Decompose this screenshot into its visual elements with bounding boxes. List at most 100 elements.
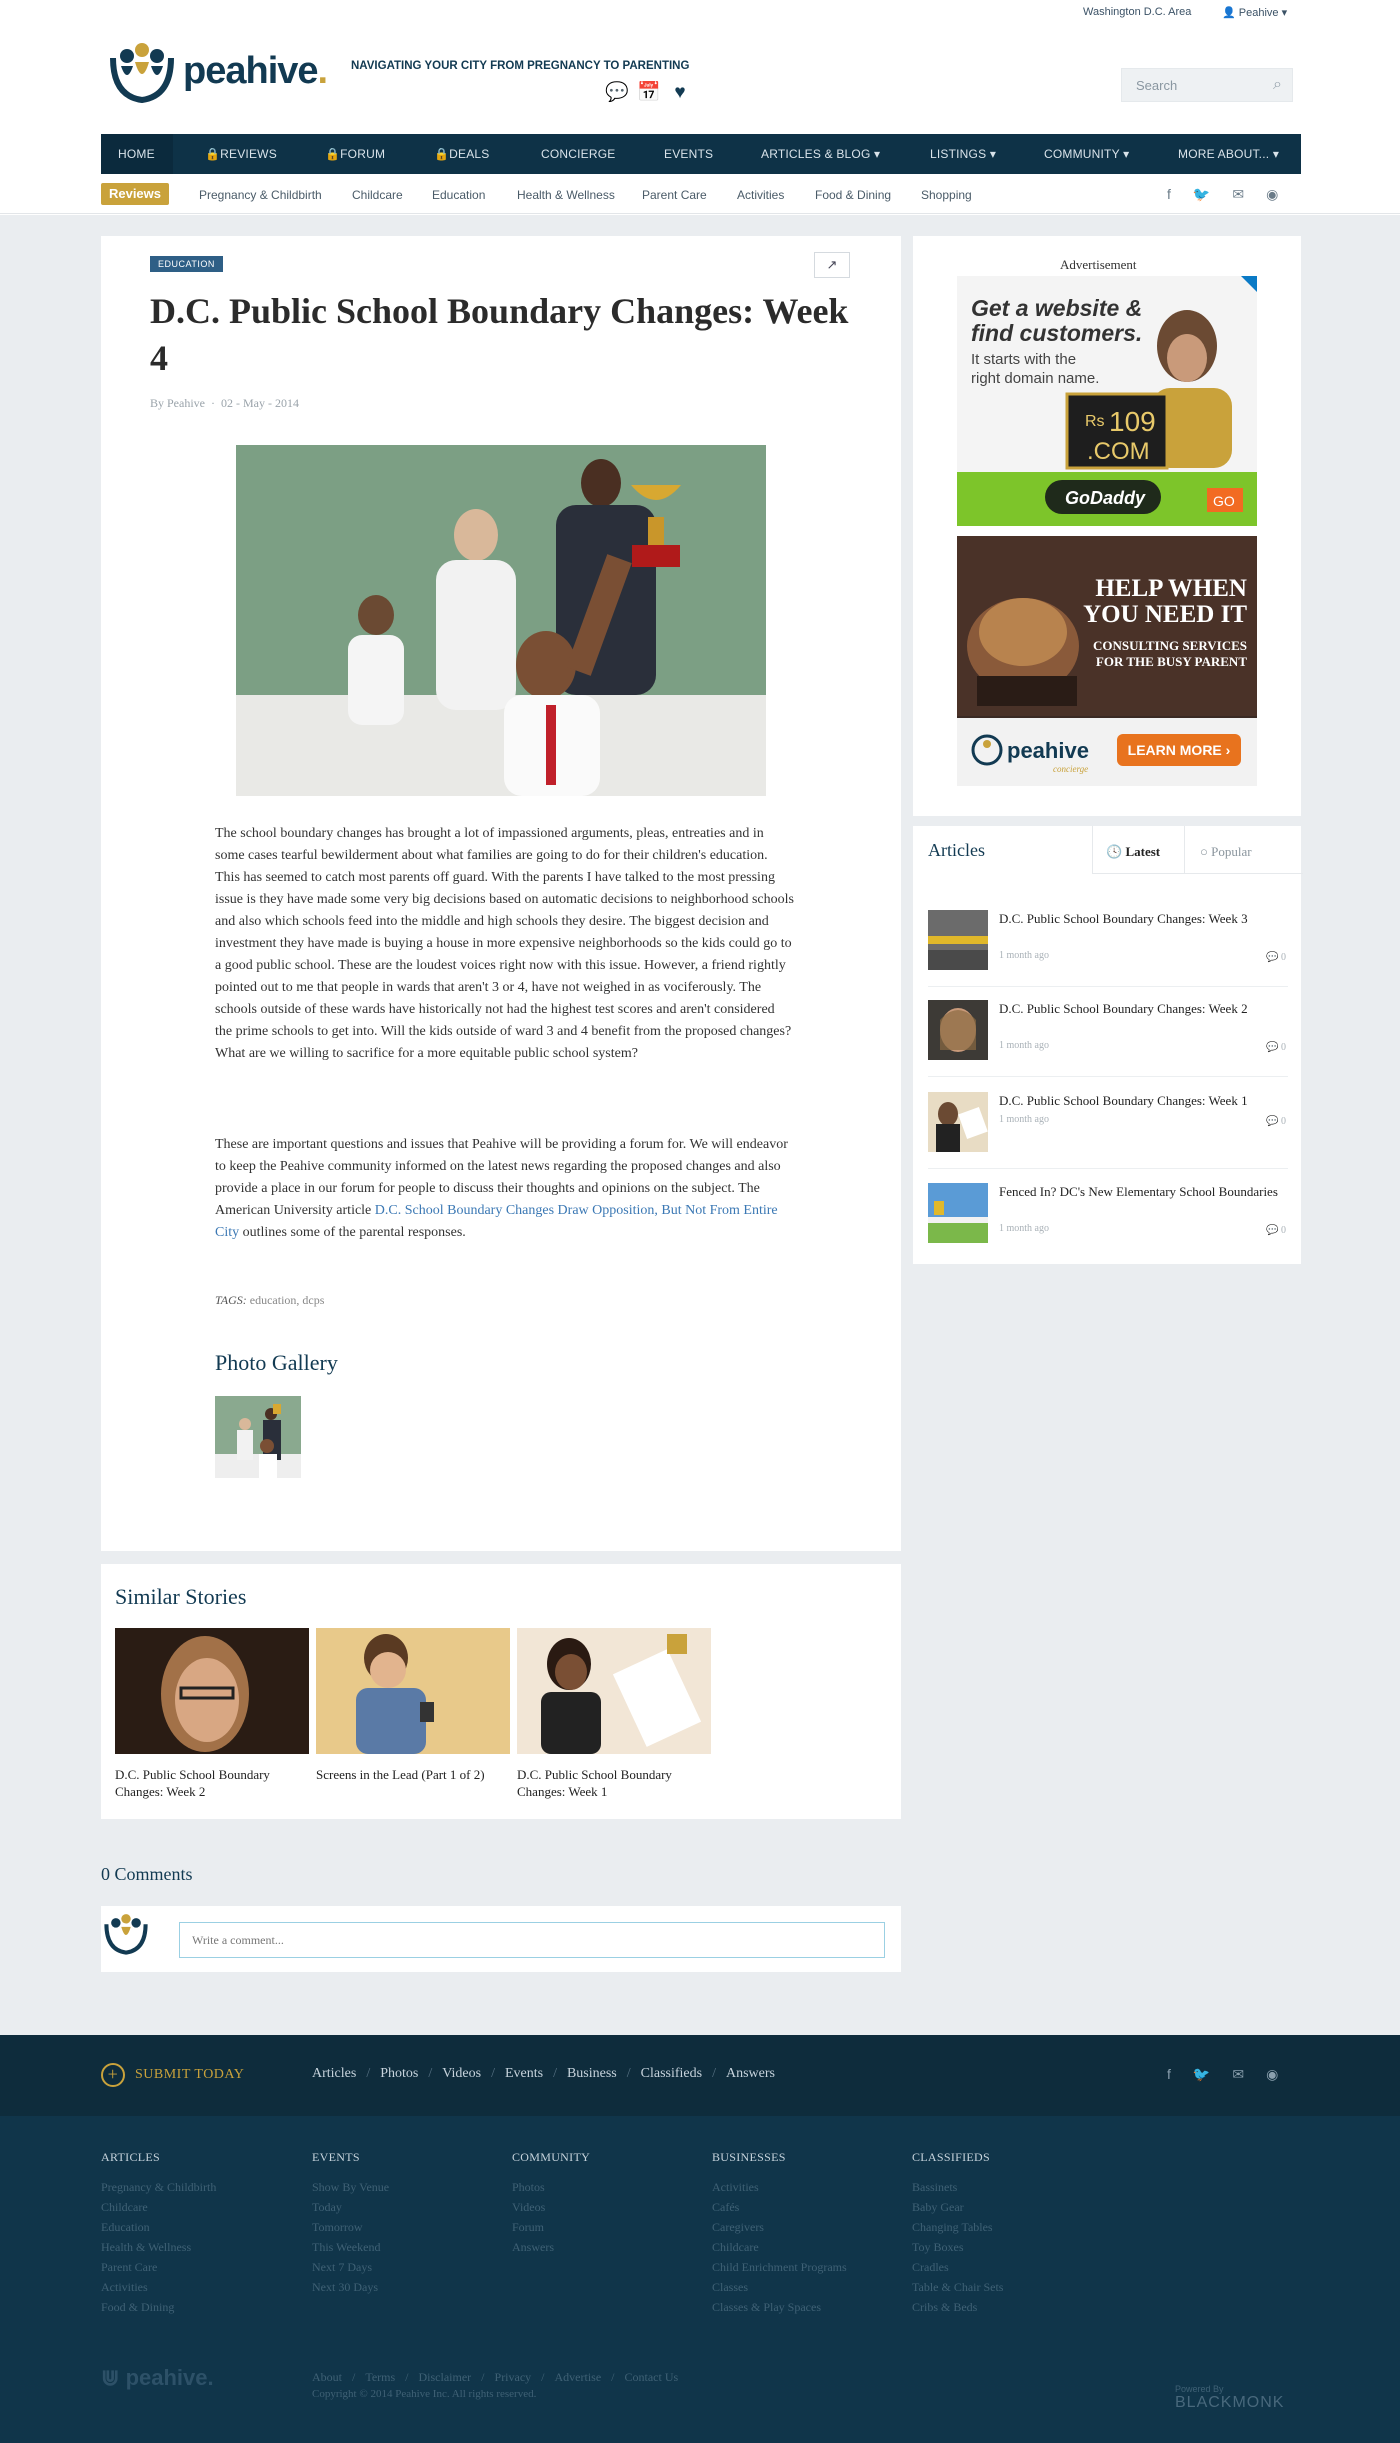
chat-bubbles-icon[interactable]: 💬 bbox=[605, 82, 629, 104]
footer-link[interactable]: Answers bbox=[726, 2066, 775, 2081]
footer-column-link[interactable]: Videos bbox=[512, 2197, 712, 2217]
footer-bottom-link[interactable]: Contact Us bbox=[625, 2370, 679, 2384]
sidebar-article[interactable]: Fenced In? DC's New Elementary School Bo… bbox=[928, 1183, 1288, 1253]
sidebar-article[interactable]: D.C. Public School Boundary Changes: Wee… bbox=[928, 910, 1288, 980]
footer-column-link[interactable]: Classes bbox=[712, 2277, 912, 2297]
footer-link[interactable]: Business bbox=[567, 2066, 617, 2081]
footer-column-link[interactable]: Cribs & Beds bbox=[912, 2297, 1112, 2317]
site-logo[interactable]: peahive. bbox=[105, 38, 345, 104]
footer-column-link[interactable]: Toy Boxes bbox=[912, 2237, 1112, 2257]
similar-story[interactable]: Screens in the Lead (Part 1 of 2) bbox=[316, 1628, 510, 1783]
nav-listings[interactable]: LISTINGS ▾ bbox=[930, 147, 996, 161]
footer-column-link[interactable]: Answers bbox=[512, 2237, 712, 2257]
footer-column-link[interactable]: Tomorrow bbox=[312, 2217, 512, 2237]
footer-column-link[interactable]: Table & Chair Sets bbox=[912, 2277, 1112, 2297]
city-selector[interactable]: Washington D.C. Area bbox=[1083, 6, 1191, 18]
similar-story[interactable]: D.C. Public School Boundary Changes: Wee… bbox=[517, 1628, 711, 1800]
footer-column-link[interactable]: This Weekend bbox=[312, 2237, 512, 2257]
footer-column-link[interactable]: Caregivers bbox=[712, 2217, 912, 2237]
footer-column-link[interactable]: Baby Gear bbox=[912, 2197, 1112, 2217]
sidebar-article[interactable]: D.C. Public School Boundary Changes: Wee… bbox=[928, 1092, 1288, 1162]
nav-events[interactable]: EVENTS bbox=[664, 147, 713, 161]
footer-column-link[interactable]: Cradles bbox=[912, 2257, 1112, 2277]
footer-column-link[interactable]: Parent Care bbox=[101, 2257, 301, 2277]
tab-latest[interactable]: 🕓 Latest bbox=[1106, 844, 1160, 860]
facebook-icon[interactable]: f bbox=[1167, 2066, 1171, 2083]
footer-column-link[interactable]: Education bbox=[101, 2217, 301, 2237]
nav-concierge[interactable]: CONCIERGE bbox=[541, 147, 615, 161]
nav-home[interactable]: HOME bbox=[118, 147, 155, 161]
author[interactable]: By Peahive bbox=[150, 396, 205, 410]
subnav-item[interactable]: Parent Care bbox=[642, 188, 707, 202]
rss-icon[interactable]: ◉ bbox=[1266, 2066, 1278, 2083]
footer-bottom-link[interactable]: Disclaimer bbox=[419, 2370, 472, 2384]
footer-column-link[interactable]: Activities bbox=[712, 2177, 912, 2197]
powered-by[interactable]: Powered By BLACKMONK bbox=[1175, 2384, 1284, 2412]
tag-links[interactable]: education, dcps bbox=[250, 1293, 325, 1307]
nav-more-about[interactable]: MORE ABOUT... ▾ bbox=[1178, 147, 1279, 161]
facebook-icon[interactable]: f bbox=[1167, 186, 1171, 203]
subnav-item[interactable]: Food & Dining bbox=[815, 188, 891, 202]
subnav-item[interactable]: Pregnancy & Childbirth bbox=[199, 188, 322, 202]
footer-link[interactable]: Articles bbox=[312, 2066, 356, 2081]
footer-column-link[interactable]: Next 30 Days bbox=[312, 2277, 512, 2297]
user-menu[interactable]: 👤 Peahive ▾ bbox=[1222, 6, 1287, 19]
twitter-icon[interactable]: 🐦 bbox=[1193, 186, 1210, 203]
footer-column-link[interactable]: Next 7 Days bbox=[312, 2257, 512, 2277]
subnav-item[interactable]: Childcare bbox=[352, 188, 403, 202]
footer-column-link[interactable]: Forum bbox=[512, 2217, 712, 2237]
sidebar-article[interactable]: D.C. Public School Boundary Changes: Wee… bbox=[928, 1000, 1288, 1070]
subnav-item[interactable]: Activities bbox=[737, 188, 784, 202]
mail-icon[interactable]: ✉ bbox=[1232, 186, 1244, 203]
reviews-badge[interactable]: Reviews bbox=[101, 183, 169, 205]
footer-column-link[interactable]: Childcare bbox=[101, 2197, 301, 2217]
footer-bottom-link[interactable]: Privacy bbox=[495, 2370, 532, 2384]
category-badge[interactable]: EDUCATION bbox=[150, 256, 223, 272]
footer-link[interactable]: Events bbox=[505, 2066, 543, 2081]
footer-bottom-link[interactable]: About bbox=[312, 2370, 342, 2384]
footer-column-link[interactable]: Classes & Play Spaces bbox=[712, 2297, 912, 2317]
tab-popular[interactable]: ○ Popular bbox=[1200, 844, 1252, 860]
nav-community[interactable]: COMMUNITY ▾ bbox=[1044, 147, 1129, 161]
subnav-item[interactable]: Education bbox=[432, 188, 485, 202]
footer-logo[interactable]: ⋓ peahive. bbox=[101, 2365, 214, 2391]
ad-peahive-concierge[interactable]: HELP WHEN YOU NEED IT CONSULTING SERVICE… bbox=[957, 536, 1257, 786]
subnav-item[interactable]: Shopping bbox=[921, 188, 972, 202]
mail-icon[interactable]: ✉ bbox=[1232, 2066, 1244, 2083]
footer-column-link[interactable]: Food & Dining bbox=[101, 2297, 301, 2317]
comment-input[interactable]: Write a comment... bbox=[179, 1922, 885, 1958]
nav-forum[interactable]: 🔒FORUM bbox=[325, 147, 385, 161]
footer-column-link[interactable]: Show By Venue bbox=[312, 2177, 512, 2197]
hands-heart-icon[interactable]: ♥ bbox=[669, 82, 691, 104]
footer-column-link[interactable]: Child Enrichment Programs bbox=[712, 2257, 912, 2277]
nav-articles-blog[interactable]: ARTICLES & BLOG ▾ bbox=[761, 147, 880, 161]
footer-link[interactable]: Photos bbox=[380, 2066, 418, 2081]
rss-icon[interactable]: ◉ bbox=[1266, 186, 1278, 203]
plus-icon: + bbox=[101, 2063, 125, 2087]
footer-column-link[interactable]: Activities bbox=[101, 2277, 301, 2297]
nav-deals[interactable]: 🔒DEALS bbox=[434, 147, 490, 161]
footer-column-link[interactable]: Today bbox=[312, 2197, 512, 2217]
subnav-item[interactable]: Health & Wellness bbox=[517, 188, 615, 202]
submit-today-button[interactable]: + SUBMIT TODAY bbox=[101, 2063, 244, 2087]
footer-bottom-link[interactable]: Terms bbox=[365, 2370, 395, 2384]
footer-link[interactable]: Classifieds bbox=[641, 2066, 702, 2081]
search-icon[interactable]: ⌕ bbox=[1273, 76, 1282, 94]
footer-column-link[interactable]: Cafés bbox=[712, 2197, 912, 2217]
ad-godaddy[interactable]: Get a website & find customers. It start… bbox=[957, 276, 1257, 526]
footer-bottom-link[interactable]: Advertise bbox=[555, 2370, 602, 2384]
footer-column-link[interactable]: Bassinets bbox=[912, 2177, 1112, 2197]
gallery-thumbnail[interactable] bbox=[215, 1396, 301, 1478]
footer-column-link[interactable]: Photos bbox=[512, 2177, 712, 2197]
twitter-icon[interactable]: 🐦 bbox=[1193, 2066, 1210, 2083]
nav-reviews[interactable]: 🔒REVIEWS bbox=[205, 147, 277, 161]
share-button[interactable]: ↗ bbox=[814, 252, 850, 278]
footer-column-link[interactable]: Pregnancy & Childbirth bbox=[101, 2177, 301, 2197]
footer-column-link[interactable]: Health & Wellness bbox=[101, 2237, 301, 2257]
similar-story[interactable]: D.C. Public School Boundary Changes: Wee… bbox=[115, 1628, 309, 1800]
footer-column-link[interactable]: Childcare bbox=[712, 2237, 912, 2257]
search-input[interactable]: Search ⌕ bbox=[1121, 68, 1293, 102]
footer-link[interactable]: Videos bbox=[442, 2066, 481, 2081]
footer-column-link[interactable]: Changing Tables bbox=[912, 2217, 1112, 2237]
calendar-icon[interactable]: 📅 bbox=[637, 82, 661, 104]
